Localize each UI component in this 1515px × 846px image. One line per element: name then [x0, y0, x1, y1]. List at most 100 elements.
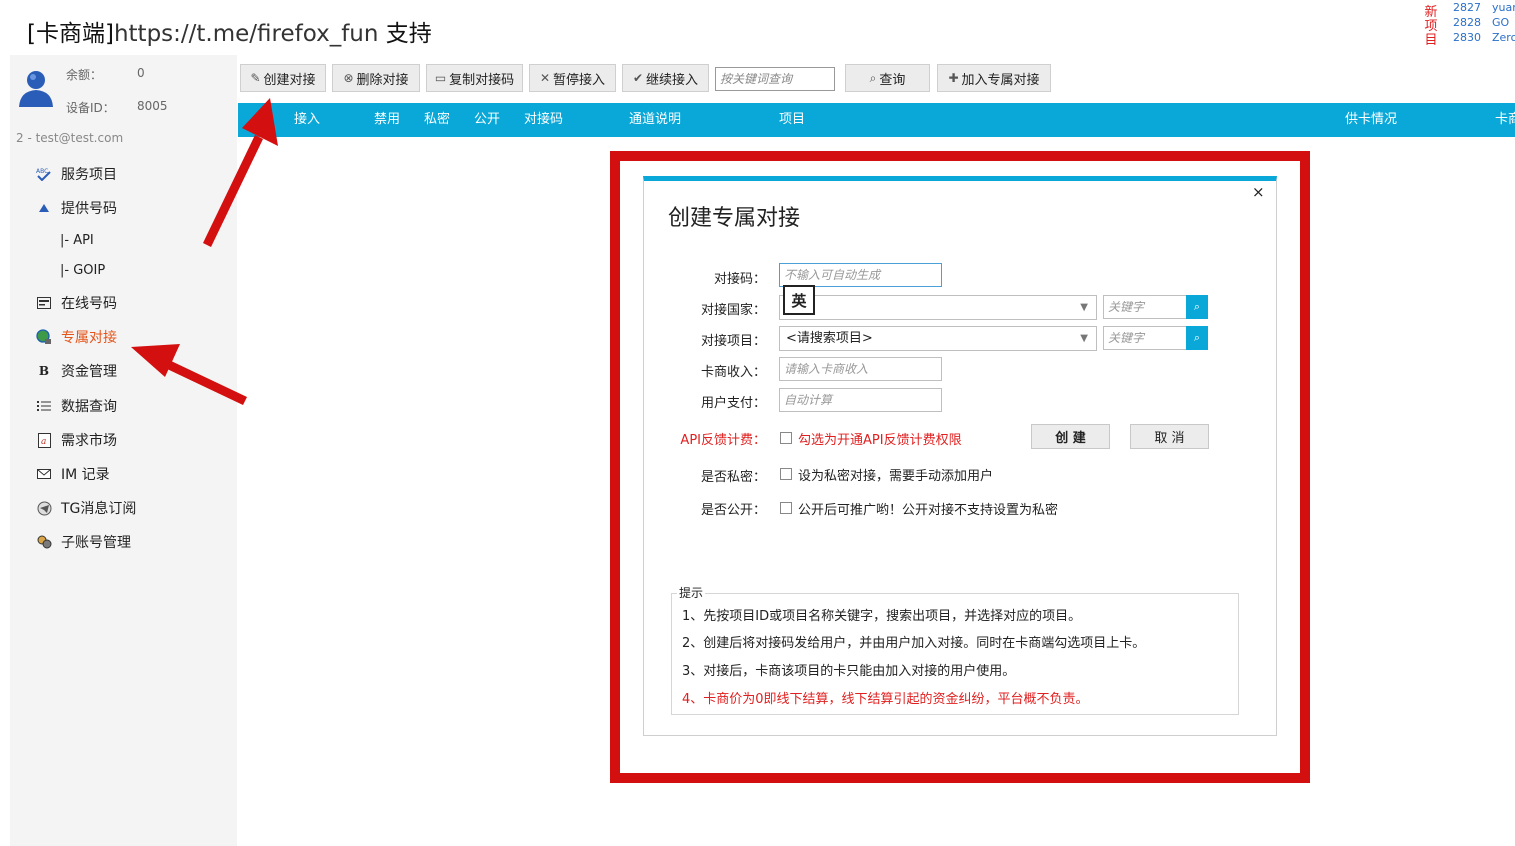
news-name[interactable]: Zero [1492, 31, 1515, 44]
device-id-value: 8005 [137, 99, 168, 113]
sidebar-item-label: 专属对接 [61, 330, 117, 346]
news-name[interactable]: yuan [1492, 1, 1515, 14]
country-keyword-input[interactable] [1103, 295, 1187, 319]
create-docking-button[interactable]: ✎ 创建对接 [240, 64, 326, 92]
join-exclusive-button[interactable]: ✚ 加入专属对接 [937, 64, 1051, 92]
sidebar-item-im-records[interactable]: IM 记录 [36, 463, 110, 485]
sidebar-item-online-numbers[interactable]: 在线号码 [36, 292, 117, 314]
ime-indicator: 英 [783, 285, 815, 315]
tip-line: 3、对接后，卡商该项目的卡只能由加入对接的用户使用。 [682, 664, 1016, 679]
api-billing-checkbox[interactable] [780, 432, 792, 444]
sidebar-item-services[interactable]: ABC 服务项目 [36, 163, 117, 185]
telegram-icon [36, 500, 52, 516]
tip-line-warning: 4、卡商价为0即线下结算，线下结算引起的资金纠纷，平台概不负责。 [682, 692, 1089, 707]
news-id[interactable]: 2828 [1453, 16, 1481, 29]
balance-label: 余额： [66, 68, 103, 82]
keyword-search-input[interactable] [715, 67, 835, 91]
sidebar-item-data-query[interactable]: 数据查询 [36, 395, 117, 417]
title-suffix: 支持 [378, 21, 432, 47]
payment-input[interactable] [779, 388, 942, 412]
copy-code-button[interactable]: ▭ 复制对接码 [426, 64, 523, 92]
sidebar-item-sub-accounts[interactable]: 子账号管理 [36, 531, 131, 553]
sidebar-item-exclusive-docking[interactable]: 专属对接 [36, 326, 117, 348]
income-input[interactable] [779, 357, 942, 381]
project-select-value: <请搜索项目> [786, 331, 873, 346]
column-header[interactable]: 接入 [294, 103, 320, 137]
news-id[interactable]: 2830 [1453, 31, 1481, 44]
tips-legend: 提示 [677, 584, 706, 601]
search-icon: ⌕ [1193, 331, 1201, 344]
resume-access-button[interactable]: ✔ 继续接入 [622, 64, 709, 92]
sidebar-item-funds[interactable]: B 资金管理 [36, 360, 117, 382]
globe-icon [36, 329, 52, 345]
list-icon [36, 398, 52, 414]
sidebar-subitem-goip[interactable]: |- GOIP [60, 263, 105, 278]
column-header[interactable]: 私密 [424, 103, 450, 137]
column-header[interactable]: 对接码 [524, 103, 563, 137]
doc-a-icon: a [36, 432, 52, 448]
chevron-down-icon: ▼ [1080, 333, 1088, 344]
income-label: 卡商收入： [700, 365, 766, 380]
code-label: 对接码： [713, 272, 766, 287]
sidebar-item-label: 服务项目 [61, 167, 117, 183]
private-text: 设为私密对接，需要手动添加用户 [798, 469, 994, 484]
title-url[interactable]: https://t.me/firefox_fun [114, 21, 379, 47]
private-label: 是否私密： [700, 470, 766, 485]
close-icon[interactable]: × [1252, 183, 1265, 201]
check-icon: ✔ [632, 71, 644, 85]
sidebar-item-demand-market[interactable]: a 需求市场 [36, 429, 117, 451]
chevron-down-icon: ▼ [1080, 302, 1088, 313]
news-name[interactable]: GO [1492, 16, 1509, 29]
sidebar-item-label: 子账号管理 [61, 535, 131, 551]
sidebar-item-tg-subscription[interactable]: TG消息订阅 [36, 497, 136, 519]
sidebar-item-label: IM 记录 [61, 467, 110, 483]
project-search-button[interactable]: ⌕ [1186, 326, 1208, 350]
column-header[interactable]: 项目 [779, 103, 805, 137]
column-header[interactable]: 通道说明 [629, 103, 681, 137]
private-checkbox[interactable] [780, 468, 792, 480]
api-billing-text: 勾选为开通API反馈计费权限 [798, 433, 962, 448]
delete-docking-label: 删除对接 [356, 72, 409, 88]
create-docking-label: 创建对接 [263, 72, 316, 88]
column-header[interactable]: 公开 [474, 103, 500, 137]
dialog-title: 创建专属对接 [668, 206, 801, 231]
folder-icon: ▭ [434, 71, 447, 85]
title-prefix: [卡商端] [27, 21, 114, 47]
country-select[interactable]: ▼ [779, 295, 1097, 320]
sidebar-subitem-api[interactable]: |- API [60, 233, 94, 248]
device-id-label: 设备ID： [66, 101, 115, 115]
docking-code-input[interactable] [779, 263, 942, 287]
resume-access-label: 继续接入 [646, 72, 699, 88]
card-icon [36, 295, 52, 311]
avatar-icon [19, 71, 53, 107]
copy-code-label: 复制对接码 [449, 72, 515, 88]
pause-access-label: 暂停接入 [553, 72, 606, 88]
column-header[interactable]: 卡商 [1495, 103, 1515, 137]
cancel-button[interactable]: 取 消 [1130, 424, 1209, 449]
pause-access-button[interactable]: ✕ 暂停接入 [529, 64, 616, 92]
country-search-button[interactable]: ⌕ [1186, 295, 1208, 319]
sidebar-item-label: 数据查询 [61, 399, 117, 415]
cross-icon: ✕ [539, 71, 551, 85]
search-icon: ⌕ [869, 70, 877, 85]
create-button[interactable]: 创 建 [1031, 424, 1110, 449]
column-header[interactable]: 禁用 [374, 103, 400, 137]
news-id[interactable]: 2827 [1453, 1, 1481, 14]
sidebar-item-provide-numbers[interactable]: 提供号码 [36, 197, 117, 219]
public-checkbox[interactable] [780, 502, 792, 514]
sidebar-item-label: 在线号码 [61, 296, 117, 312]
query-button[interactable]: ⌕ 查询 [845, 64, 930, 92]
payment-label: 用户支付： [700, 396, 766, 411]
tip-line: 2、创建后将对接码发给用户，并由用户加入对接。同时在卡商端勾选项目上卡。 [682, 636, 1146, 651]
delete-docking-button[interactable]: ⊗ 删除对接 [332, 64, 420, 92]
search-icon: ⌕ [1193, 300, 1201, 313]
table-header: 接入 禁用 私密 公开 对接码 通道说明 项目 供卡情况 卡商 [238, 103, 1515, 137]
sidebar-item-label: 资金管理 [61, 364, 117, 380]
users-icon [36, 534, 52, 550]
query-label: 查询 [879, 72, 906, 88]
plus-icon: ✚ [948, 71, 959, 85]
project-select[interactable]: <请搜索项目> ▼ [779, 326, 1097, 351]
project-keyword-input[interactable] [1103, 326, 1187, 350]
column-header[interactable]: 供卡情况 [1345, 103, 1397, 137]
public-text: 公开后可推广哟！公开对接不支持设置为私密 [798, 503, 1059, 518]
